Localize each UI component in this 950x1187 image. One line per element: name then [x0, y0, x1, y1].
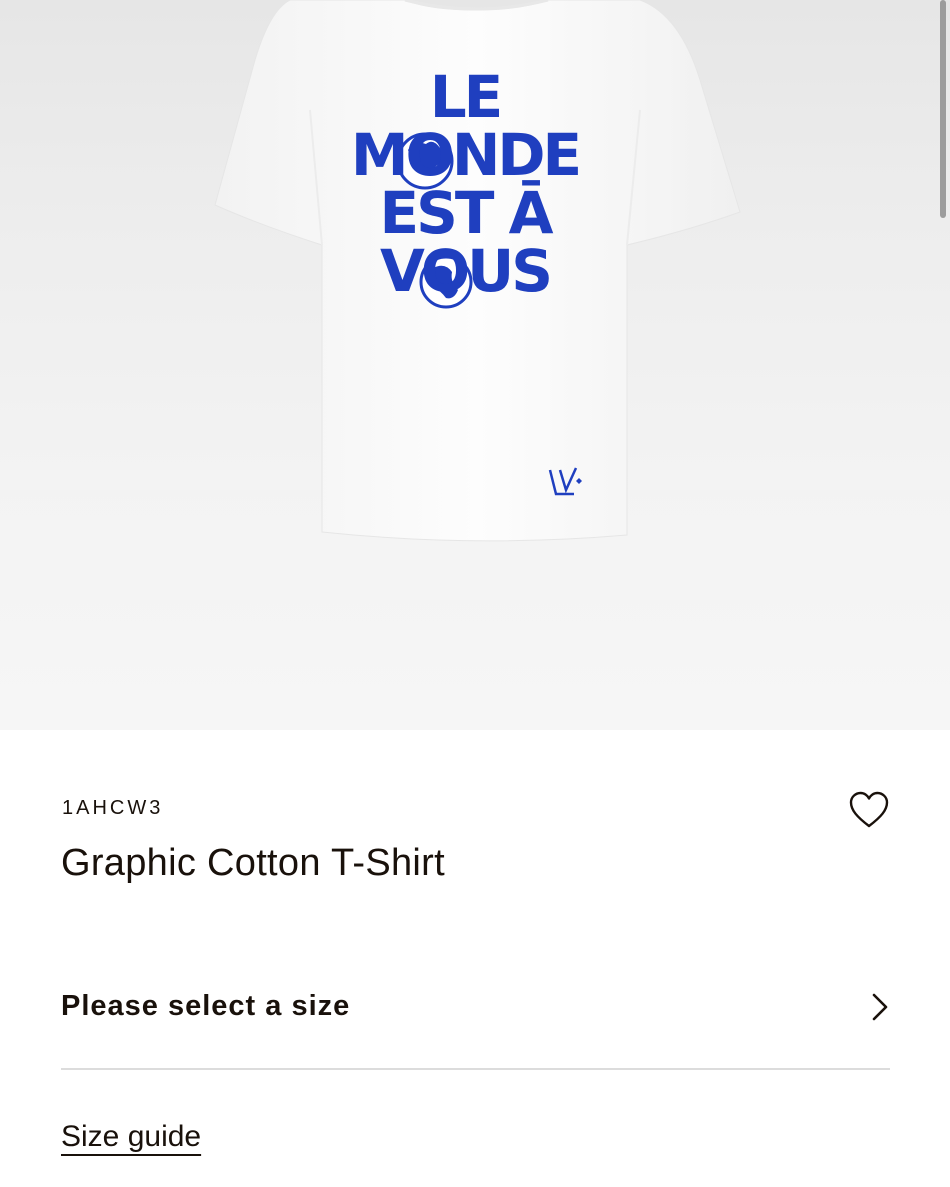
print-line-4: VOUS — [379, 237, 553, 305]
product-title: Graphic Cotton T-Shirt — [61, 842, 445, 884]
product-details: 1AHCW3 Graphic Cotton T-Shirt Please sel… — [0, 730, 950, 1187]
print-line-3: EST Ā — [379, 179, 553, 247]
scrollbar[interactable] — [940, 0, 946, 218]
print-line-1: LE — [429, 63, 504, 131]
print-line-2: MONDE — [350, 121, 582, 189]
size-guide-link[interactable]: Size guide — [61, 1120, 201, 1154]
t-shirt-print-text: LE MONDE EST Ā VOUS — [340, 68, 590, 300]
product-sku: 1AHCW3 — [62, 797, 164, 819]
wishlist-button[interactable] — [847, 790, 891, 830]
size-selector-button[interactable]: Please select a size — [61, 978, 890, 1070]
size-selector-label: Please select a size — [61, 990, 351, 1022]
heart-outline-icon — [849, 791, 889, 828]
chevron-right-icon — [872, 993, 888, 1021]
product-image[interactable]: LE MONDE EST Ā VOUS — [0, 0, 950, 730]
